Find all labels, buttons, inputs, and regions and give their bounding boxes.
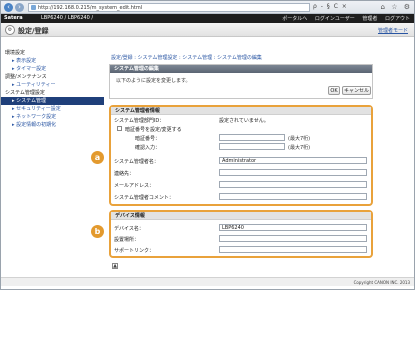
admin-id-status: 設定されていません。 <box>219 118 269 124</box>
support-link-label: サポートリンク： <box>114 248 155 254</box>
sidebar-group-system[interactable]: システム管理設定 <box>1 89 104 97</box>
pin-label: 暗証番号： <box>135 136 161 142</box>
admin-info-heading: システム管理者情報 <box>111 107 371 115</box>
change-pin-checkbox[interactable] <box>117 126 122 131</box>
email-label: メールアドレス： <box>114 183 155 189</box>
sidebar-item-system-management[interactable]: ▸ システム管理 <box>1 97 104 105</box>
confirm-panel: システム管理の編集 以下のように設定を変更します。 OK キャンセル <box>109 64 373 99</box>
pin-confirm-hint: (最大7桁) <box>288 145 311 151</box>
device-name: LBP6240 / LBP6240 / <box>41 15 94 21</box>
scroll-top-icon[interactable]: ▲ <box>112 263 118 269</box>
pin-confirm-input[interactable] <box>219 143 285 150</box>
browser-icons[interactable]: ⌂ ☆ ⚙ <box>356 3 412 12</box>
browser-window: ‹ › http://192.168.0.215/m_system_edit.h… <box>0 0 415 290</box>
sidebar-item-network[interactable]: ▸ ネットワーク設定 <box>1 113 104 121</box>
admin-info-section: システム管理者情報 システム管理部門ID： 設定されていません。 暗証番号を設定… <box>109 105 373 206</box>
sidebar-item-display[interactable]: ▸ 表示設定 <box>1 57 104 65</box>
comment-input[interactable] <box>219 193 367 200</box>
sidebar-item-security[interactable]: ▸ セキュリティー設定 <box>1 105 104 113</box>
confirm-message: 以下のように設定を変更します。 <box>116 78 191 84</box>
login-user-label: ログインユーザー <box>314 16 355 22</box>
ok-button[interactable]: OK <box>328 86 340 95</box>
contact-label: 連絡先： <box>114 171 135 177</box>
admin-mode-link[interactable]: 管理者モード <box>378 27 408 34</box>
browser-toolbar: ‹ › http://192.168.0.215/m_system_edit.h… <box>1 1 414 14</box>
brand-logo: Satera <box>4 15 23 21</box>
pin-confirm-label: 確認入力： <box>135 145 161 151</box>
admin-label: 管理者 <box>362 16 378 22</box>
contact-input[interactable] <box>219 169 367 176</box>
callout-badge-b: b <box>91 225 104 238</box>
copyright-text: Copyright CANON INC. 2013 <box>353 280 410 285</box>
device-info-section: デバイス情報 デバイス名： LBP6240 設置場所： サポートリンク： <box>109 210 373 258</box>
comment-label: システム管理者コメント： <box>114 195 174 201</box>
sidebar-item-reset[interactable]: ▸ 設定情報の初期化 <box>1 121 104 129</box>
address-actions[interactable]: ρ - § C × <box>313 3 348 10</box>
location-input[interactable] <box>219 235 367 242</box>
sidebar-group-environment[interactable]: 環境設定 <box>1 49 104 57</box>
device-info-heading: デバイス情報 <box>111 212 371 220</box>
admin-name-label: システム管理者名： <box>114 159 159 165</box>
sidebar-item-utility[interactable]: ▸ ユーティリティー <box>1 81 104 89</box>
header-links: ポータルへ ログインユーザー 管理者 ログアウト <box>276 15 410 22</box>
support-link-input[interactable] <box>219 246 367 253</box>
breadcrumb[interactable]: 設定/登録 : システム管理設定 : システム管理 : システム管理の編集 <box>111 54 262 61</box>
admin-name-input[interactable]: Administrator <box>219 157 367 164</box>
sidebar-group-maintenance[interactable]: 調整/メンテナンス <box>1 73 104 81</box>
cancel-button[interactable]: キャンセル <box>342 86 371 95</box>
back-arrow-icon[interactable]: ‹ <box>4 3 13 12</box>
location-label: 設置場所： <box>114 237 140 243</box>
address-bar[interactable]: http://192.168.0.215/m_system_edit.html <box>28 3 310 12</box>
device-name-input[interactable]: LBP6240 <box>219 224 367 231</box>
portal-link[interactable]: ポータルへ <box>282 16 307 22</box>
device-name-label: デバイス名： <box>114 226 144 232</box>
device-header: Satera LBP6240 / LBP6240 / ポータルへ ログインユーザ… <box>1 14 414 23</box>
settings-icon: ⚙ <box>5 25 15 35</box>
email-input[interactable] <box>219 181 367 188</box>
page-icon <box>31 5 36 10</box>
admin-id-label: システム管理部門ID： <box>114 118 165 124</box>
callout-badge-a: a <box>91 151 104 164</box>
pin-hint: (最大7桁) <box>288 136 311 142</box>
page-title: 設定/登録 <box>18 27 49 35</box>
change-pin-label: 暗証番号を設定/変更する <box>125 127 182 133</box>
pin-input[interactable] <box>219 134 285 141</box>
footer: Copyright CANON INC. 2013 <box>1 277 414 286</box>
url-text: http://192.168.0.215/m_system_edit.html <box>38 5 143 11</box>
page-title-bar: ⚙ 設定/登録 管理者モード <box>1 23 414 37</box>
forward-arrow-icon[interactable]: › <box>15 3 24 12</box>
sidebar: 環境設定 ▸ 表示設定 ▸ タイマー設定 調整/メンテナンス ▸ ユーティリティ… <box>1 49 104 129</box>
confirm-heading: システム管理の編集 <box>110 65 372 73</box>
sidebar-item-timer[interactable]: ▸ タイマー設定 <box>1 65 104 73</box>
logout-link[interactable]: ログアウト <box>385 16 410 22</box>
